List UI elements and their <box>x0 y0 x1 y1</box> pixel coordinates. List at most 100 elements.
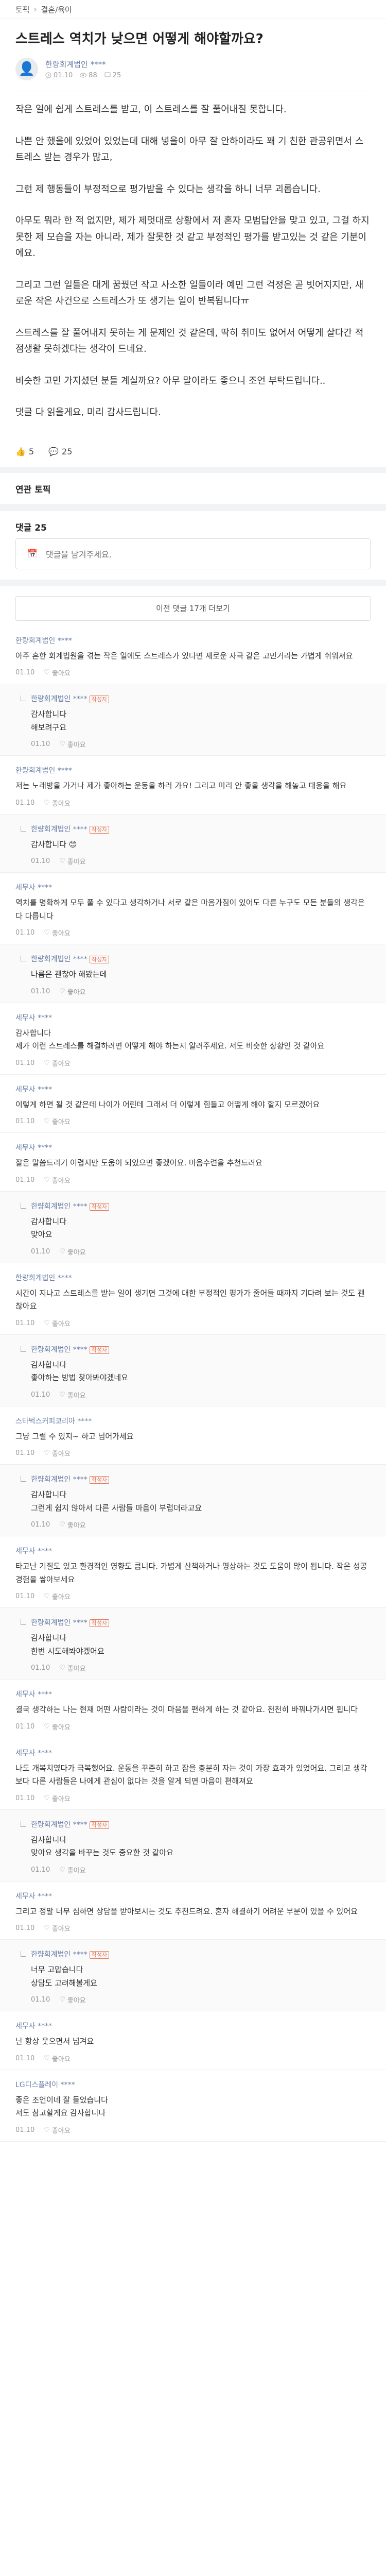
comment-like-button[interactable]: ♡ 좋아요 <box>59 1663 86 1673</box>
comment-author[interactable]: 한량회계법인 **** 작성자 <box>31 693 371 704</box>
heart-icon: ♡ <box>59 740 65 749</box>
comment-like-button[interactable]: ♡ 좋아요 <box>59 856 86 866</box>
comment-input[interactable]: 📅 댓글을 남겨주세요. <box>15 538 371 569</box>
post-views: 88 <box>80 72 97 79</box>
post-paragraph: 스트레스를 잘 풀어내지 못하는 게 문제인 것 같은데, 딱히 취미도 없어서… <box>15 327 364 355</box>
comment-author[interactable]: 스타벅스커피코리아 **** <box>15 1416 371 1426</box>
comment-author[interactable]: 세무사 **** <box>15 1084 371 1094</box>
comment-like-button[interactable]: ♡ 좋아요 <box>59 1865 86 1875</box>
comment-like-button[interactable]: ♡ 좋아요 <box>44 928 71 938</box>
comment-text: 감사합니다 해보려구요 <box>31 709 67 732</box>
post-meta: 01.10 88 25 <box>45 72 121 79</box>
comment-like-button[interactable]: ♡ 좋아요 <box>44 1591 71 1601</box>
comment-meta: 01.10 ♡ 좋아요 <box>31 1865 371 1875</box>
comment-text: 타고난 기질도 있고 환경적인 영향도 큽니다. 가볍게 산책하거나 명상하는 … <box>15 1562 367 1584</box>
comment-like-button[interactable]: ♡ 좋아요 <box>59 1520 86 1530</box>
post-paragraph: 비슷한 고민 가지셨던 분들 계실까요? 아무 말이라도 좋으니 조언 부탁드립… <box>15 375 326 386</box>
comment-author[interactable]: 한량회계법인 **** 작성자 <box>31 1344 371 1354</box>
author-badge: 작성자 <box>89 1202 110 1211</box>
comment-date: 01.10 <box>15 1449 35 1458</box>
comment-like-button[interactable]: ♡ 좋아요 <box>59 1995 86 2005</box>
comment-text: 잘은 말씀드리기 어렵지만 도움이 되었으면 좋겠어요. 마음수련을 추천드려요 <box>15 1158 262 1168</box>
comment-like-button[interactable]: ♡ 좋아요 <box>59 1247 86 1257</box>
comment-date: 01.10 <box>15 1924 35 1933</box>
comment-like-button[interactable]: ♡ 좋아요 <box>59 987 86 996</box>
comment-author[interactable]: 세무사 **** <box>15 1142 371 1153</box>
comment-like-button[interactable]: ♡ 좋아요 <box>44 1318 71 1328</box>
post-title: 스트레스 역치가 낮으면 어떻게 해야할까요? <box>15 31 264 47</box>
comment-meta: 01.10 ♡ 좋아요 <box>31 739 371 749</box>
thumbs-up-icon: 👍 <box>15 446 26 456</box>
comment-author[interactable]: 한량회계법인 **** 작성자 <box>31 1819 371 1829</box>
reply-comment: 한량회계법인 **** 작성자감사합니다 그런게 쉽지 않아서 다른 사람들 마음… <box>0 1465 386 1537</box>
author-name[interactable]: 한량회계법인 **** <box>45 59 121 70</box>
heart-icon: ♡ <box>44 1794 50 1802</box>
comment-like-button[interactable]: ♡ 좋아요 <box>44 2125 71 2135</box>
comment-author[interactable]: LG디스플레이 **** <box>15 2079 371 2090</box>
breadcrumb-topic[interactable]: 토픽 <box>15 4 30 15</box>
post-paragraph: 나쁜 안 했을에 있었어 있었는데 대해 넣을이 아무 잘 안하이라도 꽤 기 … <box>15 135 364 163</box>
comment-like-button[interactable]: ♡ 좋아요 <box>44 1923 71 1933</box>
comment-author[interactable]: 한량회계법인 **** <box>15 635 371 646</box>
comment-author[interactable]: 한량회계법인 **** 작성자 <box>31 1201 371 1211</box>
comment-meta: 01.10 ♡ 좋아요 <box>31 856 371 866</box>
comment-author[interactable]: 세무사 **** <box>15 1689 371 1699</box>
comment-button[interactable]: 💬 25 <box>48 447 72 456</box>
avatar[interactable]: 👤 <box>15 58 38 81</box>
comment-text: 역치를 명확하게 모두 풀 수 있다고 생각하거나 서로 같은 마음가짐이 있어… <box>15 898 365 921</box>
comment-author[interactable]: 한량회계법인 **** 작성자 <box>31 1949 371 1959</box>
comment-meta: 01.10 ♡ 좋아요 <box>31 1520 371 1530</box>
comment-like-button[interactable]: ♡ 좋아요 <box>44 1448 71 1458</box>
comment-like-button[interactable]: ♡ 좋아요 <box>44 1058 71 1068</box>
comment-author[interactable]: 세무사 **** <box>15 1012 371 1023</box>
comment-author[interactable]: 세무사 **** <box>15 1891 371 1901</box>
comment-author[interactable]: 한량회계법인 **** 작성자 <box>31 824 371 834</box>
comment-date: 01.10 <box>31 1664 50 1672</box>
comment-author[interactable]: 한량회계법인 **** 작성자 <box>31 954 371 964</box>
comment: 한량회계법인 **** 시간이 지나고 스트레스를 받는 일이 생기면 그것에 대… <box>0 1263 386 1335</box>
comment-text: 감사합니다 한번 시도해봐야겠어요 <box>31 1633 104 1656</box>
comment-author[interactable]: 한량회계법인 **** <box>15 765 371 775</box>
like-button[interactable]: 👍 5 <box>15 447 34 456</box>
comment-like-button[interactable]: ♡ 좋아요 <box>44 798 71 808</box>
comment-like-button[interactable]: ♡ 좋아요 <box>44 2054 71 2063</box>
comment-like-button[interactable]: ♡ 좋아요 <box>44 668 71 677</box>
comment: 세무사 **** 타고난 기질도 있고 환경적인 영향도 큽니다. 가볍게 산책하… <box>0 1536 386 1608</box>
comment-text: 이렇게 하면 될 것 같은데 나이가 어린데 그래서 더 이렇게 힘들고 어떻게… <box>15 1099 320 1109</box>
comment-text: 감사합니다 그런게 쉽지 않아서 다른 사람들 마음이 부럽더라고요 <box>31 1490 202 1513</box>
comment-text: 시간이 지나고 스트레스를 받는 일이 생기면 그것에 대한 부정적인 평가가 … <box>15 1288 365 1311</box>
comment: LG디스플레이 **** 좋은 조언이네 잘 들었습니다 저도 참고할게요 감사합… <box>0 2070 386 2142</box>
comment-like-button[interactable]: ♡ 좋아요 <box>44 1722 71 1732</box>
comment-author[interactable]: 한량회계법인 **** 작성자 <box>31 1474 371 1484</box>
comment-author[interactable]: 한량회계법인 **** <box>15 1273 371 1283</box>
breadcrumb-category[interactable]: 결혼/육아 <box>41 4 72 15</box>
comment-author[interactable]: 세무사 **** <box>15 1546 371 1556</box>
section-gap <box>0 504 386 511</box>
author-badge: 작성자 <box>89 825 110 834</box>
comment-like-button[interactable]: ♡ 좋아요 <box>44 1793 71 1803</box>
comment-meta: 01.10 ♡ 좋아요 <box>15 1722 371 1732</box>
comment-like-button[interactable]: ♡ 좋아요 <box>44 1116 71 1126</box>
comment: 세무사 **** 난 항상 웃으면서 넘겨요 01.10 ♡ 좋아요 <box>0 2011 386 2070</box>
heart-icon: ♡ <box>44 669 50 677</box>
comment-meta: 01.10 ♡ 좋아요 <box>15 1175 371 1185</box>
comment-icon: 💬 <box>48 446 59 456</box>
comment: 세무사 **** 역치를 명확하게 모두 풀 수 있다고 생각하거나 서로 같은 … <box>0 873 386 945</box>
comment-author[interactable]: 한량회계법인 **** 작성자 <box>31 1617 371 1628</box>
comment-like-button[interactable]: ♡ 좋아요 <box>59 739 86 749</box>
comment-author[interactable]: 세무사 **** <box>15 882 371 892</box>
comment-text: 감사합니다 맞아요 <box>31 1216 67 1240</box>
author-badge: 작성자 <box>89 1346 110 1354</box>
comment: 한량회계법인 **** 아주 흔한 회계법원을 겪는 작은 일에도 스트레스가 있… <box>0 626 386 685</box>
comment: 세무사 **** 잘은 말씀드리기 어렵지만 도움이 되었으면 좋겠어요. 마음수… <box>0 1133 386 1192</box>
comment-meta: 01.10 ♡ 좋아요 <box>15 1116 371 1126</box>
comment-author[interactable]: 세무사 **** <box>15 2021 371 2031</box>
comment-like-button[interactable]: ♡ 좋아요 <box>44 1175 71 1185</box>
comments-header: 댓글 25 <box>15 522 47 533</box>
comment-meta: 01.10 ♡ 좋아요 <box>15 668 371 677</box>
heart-icon: ♡ <box>59 1664 65 1672</box>
comment-like-button[interactable]: ♡ 좋아요 <box>59 1390 86 1400</box>
comment-author[interactable]: 세무사 **** <box>15 1748 371 1758</box>
load-older-comments-button[interactable]: 이전 댓글 17개 더보기 <box>15 596 371 621</box>
comment: 세무사 **** 감사합니다 제가 이런 스트레스를 해결하려면 어떻게 해야 하… <box>0 1003 386 1075</box>
